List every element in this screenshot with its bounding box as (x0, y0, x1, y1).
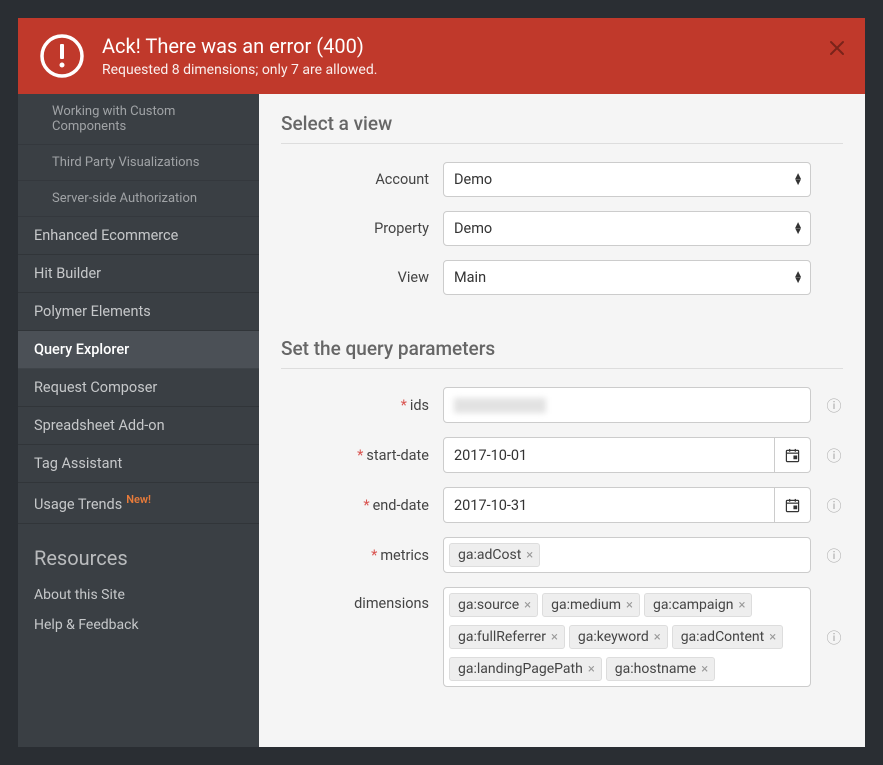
redacted-value (454, 398, 546, 413)
tag: ga:hostname× (606, 657, 715, 681)
tag: ga:medium× (542, 593, 640, 617)
sidebar-item[interactable]: Query Explorer (18, 331, 259, 369)
sidebar-item[interactable]: Polymer Elements (18, 293, 259, 331)
chevron-updown-icon: ▲▼ (793, 223, 803, 235)
resources-link[interactable]: Help & Feedback (34, 610, 243, 640)
tag: ga:landingPagePath× (449, 657, 602, 681)
label-ids: *ids (281, 397, 429, 414)
tag: ga:keyword× (569, 625, 668, 649)
new-badge: New! (126, 493, 151, 506)
remove-tag-icon[interactable]: × (526, 549, 533, 562)
section-title-params: Set the query parameters (281, 337, 843, 369)
tag: ga:campaign× (644, 593, 753, 617)
sidebar-item[interactable]: Tag Assistant (18, 445, 259, 483)
remove-tag-icon[interactable]: × (588, 663, 595, 676)
error-banner: Ack! There was an error (400) Requested … (18, 18, 865, 94)
info-icon[interactable]: ⓘ (825, 545, 843, 566)
error-icon (38, 32, 86, 80)
error-subtitle: Requested 8 dimensions; only 7 are allow… (102, 62, 377, 78)
dimensions-input[interactable]: ga:source×ga:medium×ga:campaign× ga:fullR… (443, 587, 811, 687)
label-dimensions: dimensions (281, 587, 429, 612)
calendar-icon (785, 498, 800, 513)
info-icon[interactable]: ⓘ (825, 445, 843, 466)
sidebar-item[interactable]: Spreadsheet Add-on (18, 407, 259, 445)
start-date-input[interactable]: 2017-10-01 (443, 437, 775, 473)
resources-heading: Resources (34, 546, 243, 570)
close-icon[interactable] (829, 40, 845, 60)
remove-tag-icon[interactable]: × (701, 663, 708, 676)
end-date-input[interactable]: 2017-10-31 (443, 487, 775, 523)
chevron-updown-icon: ▲▼ (793, 174, 803, 186)
calendar-icon (785, 448, 800, 463)
calendar-button[interactable] (775, 437, 811, 473)
label-property: Property (281, 220, 429, 237)
calendar-button[interactable] (775, 487, 811, 523)
remove-tag-icon[interactable]: × (524, 599, 531, 612)
label-end-date: *end-date (281, 497, 429, 514)
account-select[interactable]: Demo ▲▼ (443, 162, 811, 197)
sidebar-item[interactable]: Request Composer (18, 369, 259, 407)
metrics-input[interactable]: ga:adCost× (443, 537, 811, 573)
sidebar-item[interactable]: Hit Builder (18, 255, 259, 293)
label-view: View (281, 269, 429, 286)
view-select[interactable]: Main ▲▼ (443, 260, 811, 295)
sidebar: Working with Custom ComponentsThird Part… (18, 94, 259, 747)
ids-input[interactable] (443, 387, 811, 423)
tag: ga:adContent× (672, 625, 783, 649)
label-start-date: *start-date (281, 447, 429, 464)
error-title: Ack! There was an error (400) (102, 34, 377, 58)
sidebar-item[interactable]: Server-side Authorization (18, 181, 259, 217)
tag: ga:adCost× (449, 543, 540, 567)
sidebar-item[interactable]: Third Party Visualizations (18, 145, 259, 181)
main-content: Select a view Account Demo ▲▼ Property D… (259, 94, 865, 747)
info-icon[interactable]: ⓘ (825, 495, 843, 516)
info-icon[interactable]: ⓘ (825, 627, 843, 648)
resources-link[interactable]: About this Site (34, 580, 243, 610)
label-account: Account (281, 171, 429, 188)
remove-tag-icon[interactable]: × (739, 599, 746, 612)
property-select[interactable]: Demo ▲▼ (443, 211, 811, 246)
chevron-updown-icon: ▲▼ (793, 272, 803, 284)
info-icon[interactable]: ⓘ (825, 395, 843, 416)
remove-tag-icon[interactable]: × (769, 631, 776, 644)
remove-tag-icon[interactable]: × (626, 599, 633, 612)
tag: ga:fullReferrer× (449, 625, 565, 649)
sidebar-item[interactable]: Usage TrendsNew! (18, 483, 259, 524)
sidebar-item[interactable]: Working with Custom Components (18, 94, 259, 145)
remove-tag-icon[interactable]: × (654, 631, 661, 644)
label-metrics: *metrics (281, 547, 429, 564)
section-title-view: Select a view (281, 112, 843, 144)
tag: ga:source× (449, 593, 538, 617)
remove-tag-icon[interactable]: × (551, 631, 558, 644)
sidebar-item[interactable]: Enhanced Ecommerce (18, 217, 259, 255)
